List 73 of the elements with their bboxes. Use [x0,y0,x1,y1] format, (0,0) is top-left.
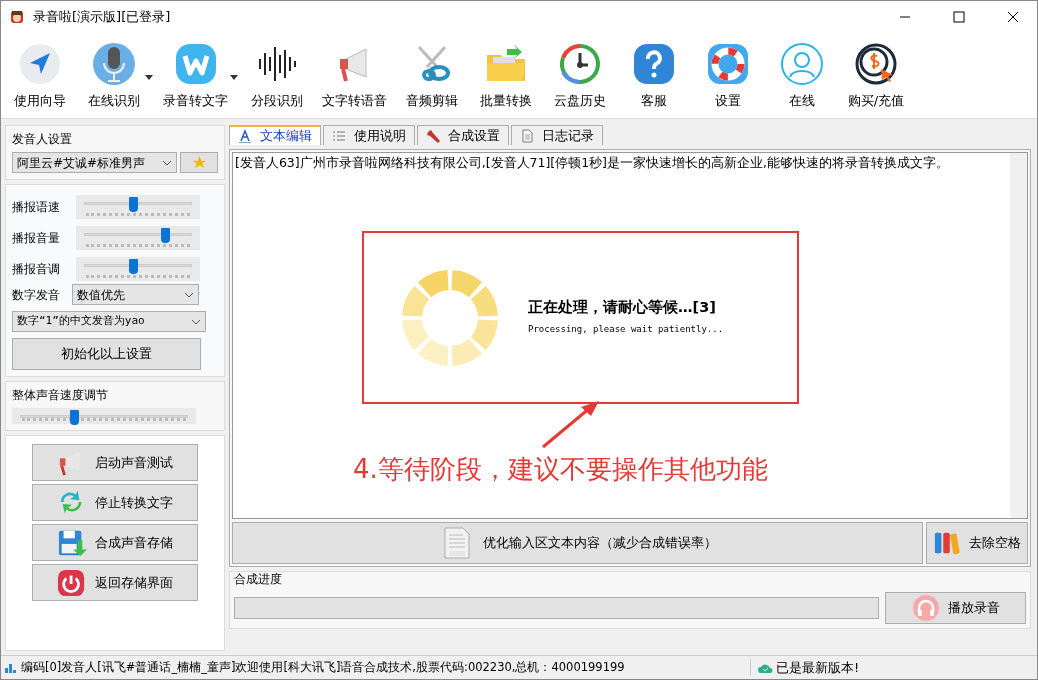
dropdown[interactable]: 阿里云#艾诚#标准男声 [12,152,177,173]
clock-icon [557,41,603,87]
letter-a-icon [238,129,252,143]
dropdown[interactable]: 数字“1”的中文发音为yao [12,311,206,332]
toolbar-button[interactable]: 在线 [767,37,837,118]
status-message: 编码[0]发音人[讯飞#普通话_楠楠_童声]欢迎使用[科大讯飞]语音合成技术,股票代码:002230,总机：4000199199 [21,658,625,676]
group-title: 合成进度 [234,571,283,588]
slider-label: 播报音调 [12,260,60,278]
dropdown[interactable]: 数值优先 [72,284,199,305]
maximize-icon [953,11,965,23]
toolbar-button[interactable]: 录音转文字 [157,37,234,118]
navigation-icon [17,41,63,87]
headphones-icon [911,594,940,622]
action-button[interactable]: 启动声音测试 [32,444,198,481]
lifebuoy-icon [705,41,751,87]
annotation-text: 4.等待阶段，建议不要操作其他功能 [353,453,768,486]
remove-spaces-button[interactable]: 去除空格 [926,522,1028,564]
slider-label: 播报语速 [12,198,60,216]
wrench-icon [426,128,440,143]
play-button[interactable]: 播放录音 [885,592,1026,624]
toolbar-button[interactable]: 购买/充值 [841,37,911,118]
slider-thumb[interactable] [128,196,138,212]
action-button[interactable]: 合成声音存储 [32,524,198,561]
tab[interactable]: 文本编辑 [229,125,321,145]
tab[interactable]: 合成设置 [417,125,509,145]
optimize-button[interactable]: 优化输入区文本内容（减少合成错误率） [232,522,923,564]
toolbar-button[interactable]: 使用向导 [5,37,75,118]
toolbar-button[interactable]: 设置 [693,37,763,118]
slider-track[interactable] [76,194,200,219]
dollar-coin-icon [853,41,899,87]
processing-subtitle: Processing, please wait patiently... [528,322,724,336]
slider-thumb[interactable] [161,227,170,243]
reset-button[interactable]: 初始化以上设置 [12,338,201,370]
slider-track[interactable] [76,225,200,250]
editor-text[interactable]: [发音人63]广州市录音啦网络科技有限公司,[发音人71][停顿1秒]是一家快速增长的高新企业,能够快速的将录音转换成文字。 [235,155,1001,171]
power-icon [57,568,87,597]
tab[interactable]: 日志记录 [511,125,603,145]
app-icon [9,9,25,25]
slider-thumb[interactable] [69,410,79,425]
chevron-icon [191,318,201,325]
star-icon [191,155,207,170]
action-button[interactable]: 返回存储界面 [32,564,198,601]
toolbar-button[interactable]: 在线识别 [79,37,149,118]
bar-chart-icon [4,661,18,674]
list-icon [332,128,346,143]
tab[interactable]: 使用说明 [323,125,415,145]
toolbar-button[interactable]: 批量转换 [471,37,541,118]
chevron-icon [162,159,172,166]
version-status: 已是最新版本! [776,658,860,677]
floppy-download-icon [57,528,87,557]
slider-track[interactable] [12,408,196,424]
group-title: 发音人设置 [12,131,73,148]
toolbar-button[interactable]: 音频剪辑 [397,37,467,118]
group-title: 整体声音速度调节 [12,387,109,404]
chevron-icon [184,291,194,298]
slider-track[interactable] [76,256,200,281]
slider-thumb[interactable] [128,258,138,274]
loading-spinner-icon [400,267,500,368]
toolbar-button[interactable]: 文字转语音 [316,37,393,118]
scrollbar[interactable] [1010,153,1027,518]
toolbar-button[interactable]: 分段识别 [242,37,312,118]
close-icon [1007,11,1019,23]
slider-label: 播报音量 [12,229,60,247]
digit-reading-label: 数字发音 [12,286,60,304]
microphone-icon [91,41,137,87]
document-icon [520,128,534,143]
help-icon [631,41,677,87]
toolbar-button[interactable]: 云盘历史 [545,37,615,118]
window-title: 录音啦[演示版][已登录] [33,8,171,27]
action-button[interactable]: 停止转换文字 [32,484,198,521]
toolbar-button[interactable]: 客服 [619,37,689,118]
user-icon [779,41,825,87]
processing-title: 正在处理，请耐心等候…[3] [528,298,717,315]
